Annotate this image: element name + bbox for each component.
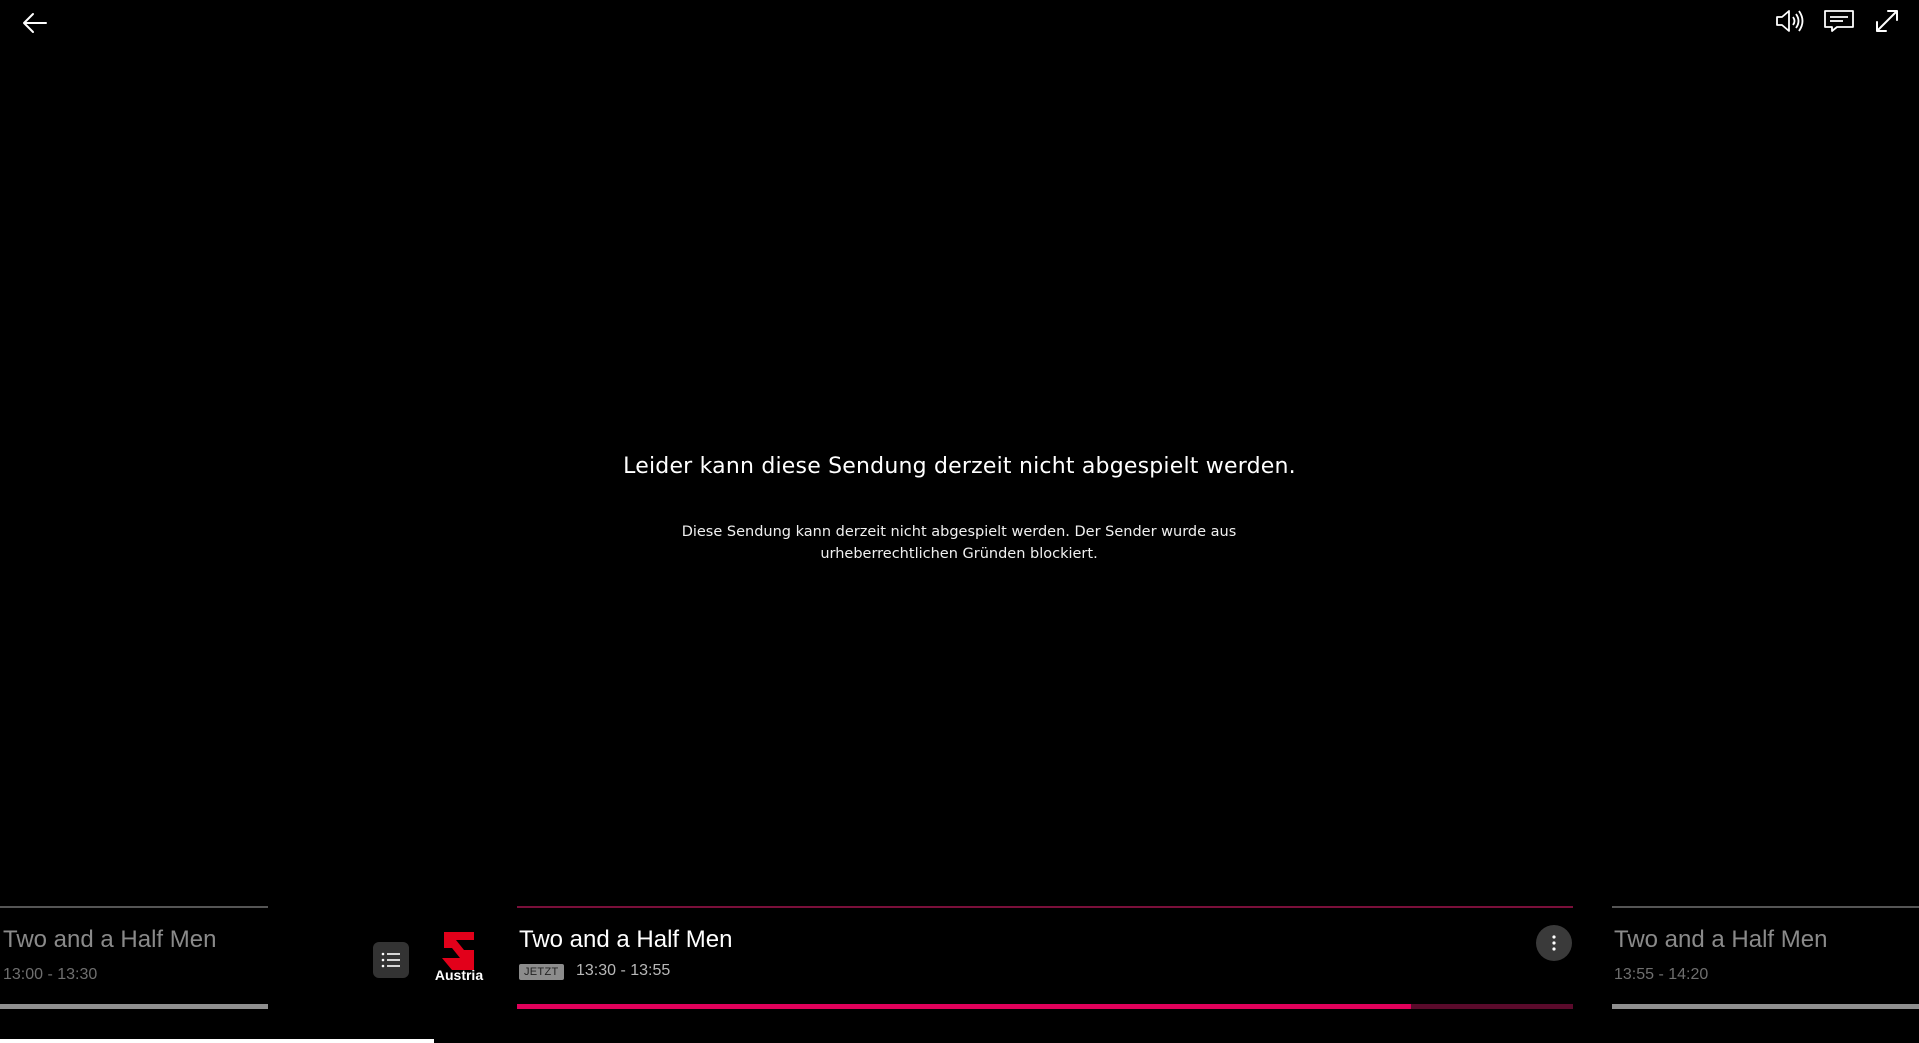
arrow-left-icon [23, 13, 47, 33]
live-badge: JETZT [519, 964, 564, 980]
divider [517, 906, 1573, 908]
program-progress [517, 1004, 1573, 1009]
program-progress [1612, 1004, 1919, 1009]
list-icon [381, 952, 400, 968]
program-title: Two and a Half Men [519, 926, 733, 953]
program-title: Two and a Half Men [3, 926, 217, 953]
progress-fill [517, 1004, 1412, 1009]
back-button[interactable] [20, 8, 50, 38]
volume-button[interactable] [1773, 6, 1807, 36]
video-player: Leider kann diese Sendung derzeit nicht … [0, 0, 1919, 1043]
fullscreen-button[interactable] [1872, 6, 1902, 36]
program-title: Two and a Half Men [1614, 926, 1828, 953]
error-title: Leider kann diese Sendung derzeit nicht … [623, 454, 1296, 479]
channel-logo-label: Austria [434, 967, 484, 983]
subtitles-button[interactable] [1822, 6, 1856, 36]
program-time: 13:30 - 13:55 [576, 962, 671, 979]
divider [0, 906, 268, 908]
subtitles-icon [1824, 10, 1854, 32]
previous-program-card[interactable]: Two and a Half Men 13:00 - 13:30 [0, 906, 268, 1009]
program-progress [0, 1004, 268, 1009]
page-indicator [0, 1039, 434, 1043]
error-description: Diese Sendung kann derzeit nicht abgespi… [681, 524, 1237, 562]
program-time: 13:00 - 13:30 [3, 966, 98, 983]
speaker-icon [1776, 10, 1804, 32]
more-options-button[interactable] [1536, 925, 1572, 961]
divider [1612, 906, 1919, 908]
channel-list-button[interactable] [373, 942, 409, 978]
expand-icon [1876, 10, 1898, 32]
next-program-card[interactable]: Two and a Half Men 13:55 - 14:20 [1612, 906, 1919, 1009]
more-vertical-icon [1552, 935, 1556, 951]
current-program-card[interactable]: Two and a Half Men JETZT 13:30 - 13:55 [517, 906, 1573, 1016]
program-time: 13:55 - 14:20 [1614, 966, 1709, 983]
